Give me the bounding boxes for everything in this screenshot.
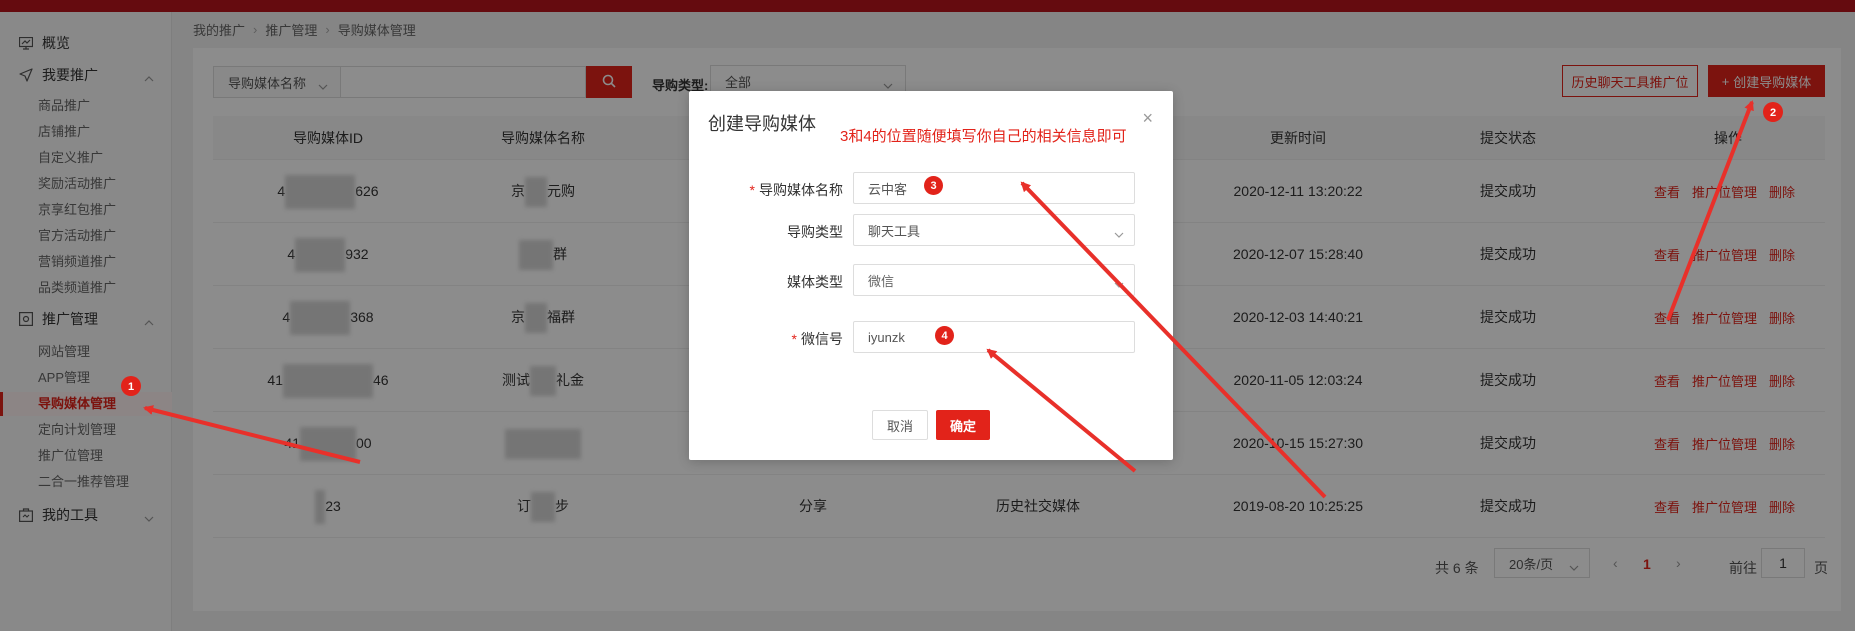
required-mark: * — [749, 182, 755, 198]
form-label-wechat-id: * 微信号 — [693, 329, 843, 349]
form-label-text: 媒体类型 — [787, 274, 843, 290]
form-label-media-name: * 导购媒体名称 — [693, 180, 843, 200]
form-label-text: 导购类型 — [787, 224, 843, 240]
confirm-button[interactable]: 确定 — [936, 410, 990, 440]
chevron-down-icon — [1114, 276, 1124, 291]
chevron-down-icon — [1114, 226, 1124, 241]
cancel-button[interactable]: 取消 — [872, 410, 928, 440]
guide-type-select[interactable]: 聊天工具 — [853, 214, 1135, 246]
required-mark: * — [791, 331, 797, 347]
media-name-input[interactable]: 云中客 — [853, 172, 1135, 204]
wechat-id-input[interactable]: iyunzk — [853, 321, 1135, 353]
form-label-text: 导购媒体名称 — [759, 182, 843, 198]
media-name-value: 云中客 — [868, 181, 908, 197]
media-type-value: 微信 — [868, 273, 895, 289]
create-media-dialog: 创建导购媒体 3和4的位置随便填写你自己的相关信息即可 × * 导购媒体名称 云中… — [689, 91, 1173, 460]
form-label-guide-type: 导购类型 — [693, 222, 843, 242]
form-label-media-type: 媒体类型 — [693, 272, 843, 292]
close-icon[interactable]: × — [1142, 109, 1153, 127]
dialog-title: 创建导购媒体 — [708, 114, 816, 134]
guide-type-value: 聊天工具 — [868, 223, 921, 239]
form-label-text: 微信号 — [801, 331, 843, 347]
annotation-badge-4: 4 — [935, 326, 954, 345]
wechat-id-value: iyunzk — [868, 329, 905, 345]
annotation-note: 3和4的位置随便填写你自己的相关信息即可 — [840, 128, 1127, 145]
media-type-select[interactable]: 微信 — [853, 264, 1135, 296]
annotation-badge-3: 3 — [924, 176, 943, 195]
